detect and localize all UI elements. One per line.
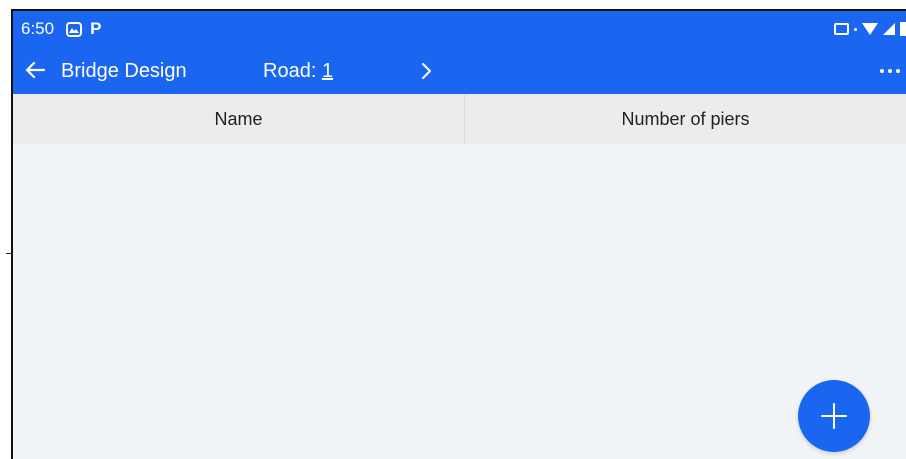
more-options-button[interactable] [874, 59, 906, 83]
table-body [13, 144, 906, 459]
gallery-icon [66, 21, 83, 37]
cast-icon [834, 23, 849, 35]
app-window: 6:50 P Bridge Design Road: 1 Name Number… [11, 9, 906, 459]
plus-icon [821, 403, 847, 429]
app-toolbar: Bridge Design Road: 1 [13, 47, 906, 94]
more-dot [896, 69, 900, 73]
road-label: Road: [263, 60, 322, 82]
column-header-piers[interactable]: Number of piers [465, 94, 906, 144]
chevron-right-icon [422, 63, 431, 79]
status-bar: 6:50 P [13, 11, 906, 47]
battery-icon [900, 22, 906, 36]
add-bridge-button[interactable] [798, 380, 870, 452]
table-header: Name Number of piers [13, 94, 906, 144]
more-dot [888, 69, 892, 73]
column-header-name[interactable]: Name [13, 94, 465, 144]
arrow-left-icon [25, 61, 45, 79]
wifi-icon [862, 23, 878, 35]
back-button[interactable] [21, 56, 49, 84]
status-icons [834, 11, 906, 47]
next-road-button[interactable] [417, 57, 437, 85]
road-selector[interactable]: Road: 1 [263, 60, 333, 83]
status-time: 6:50 [21, 19, 55, 38]
page-title: Bridge Design [61, 60, 187, 82]
signal-icon [883, 23, 895, 35]
road-value[interactable]: 1 [322, 60, 333, 82]
p-icon: P [90, 19, 102, 38]
dot-separator-icon [854, 27, 857, 31]
more-dot [880, 69, 884, 73]
